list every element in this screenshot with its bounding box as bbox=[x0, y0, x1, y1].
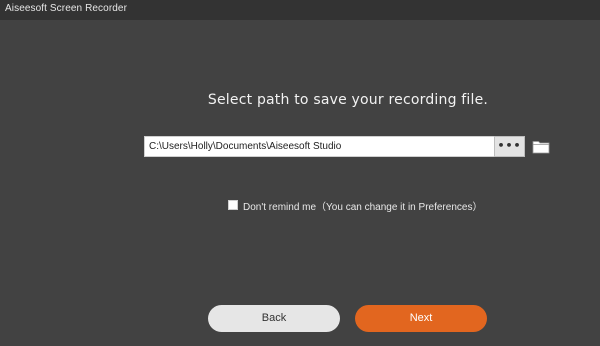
dont-remind-checkbox[interactable] bbox=[228, 200, 238, 210]
back-button[interactable]: Back bbox=[208, 305, 340, 332]
save-path-prompt: Select path to save your recording file. bbox=[207, 92, 489, 108]
browse-button[interactable]: ••• bbox=[494, 136, 525, 157]
app-title: Aiseesoft Screen Recorder bbox=[5, 3, 128, 14]
dont-remind-row[interactable]: Don't remind me（You can change it in Pre… bbox=[228, 198, 482, 213]
title-bar: Aiseesoft Screen Recorder bbox=[0, 0, 600, 20]
folder-icon[interactable] bbox=[532, 139, 550, 154]
app-window: Aiseesoft Screen Recorder Select path to… bbox=[0, 0, 600, 346]
save-path-input[interactable] bbox=[144, 136, 494, 157]
dont-remind-label[interactable]: Don't remind me（You can change it in Pre… bbox=[243, 198, 482, 213]
next-button[interactable]: Next bbox=[355, 305, 487, 332]
